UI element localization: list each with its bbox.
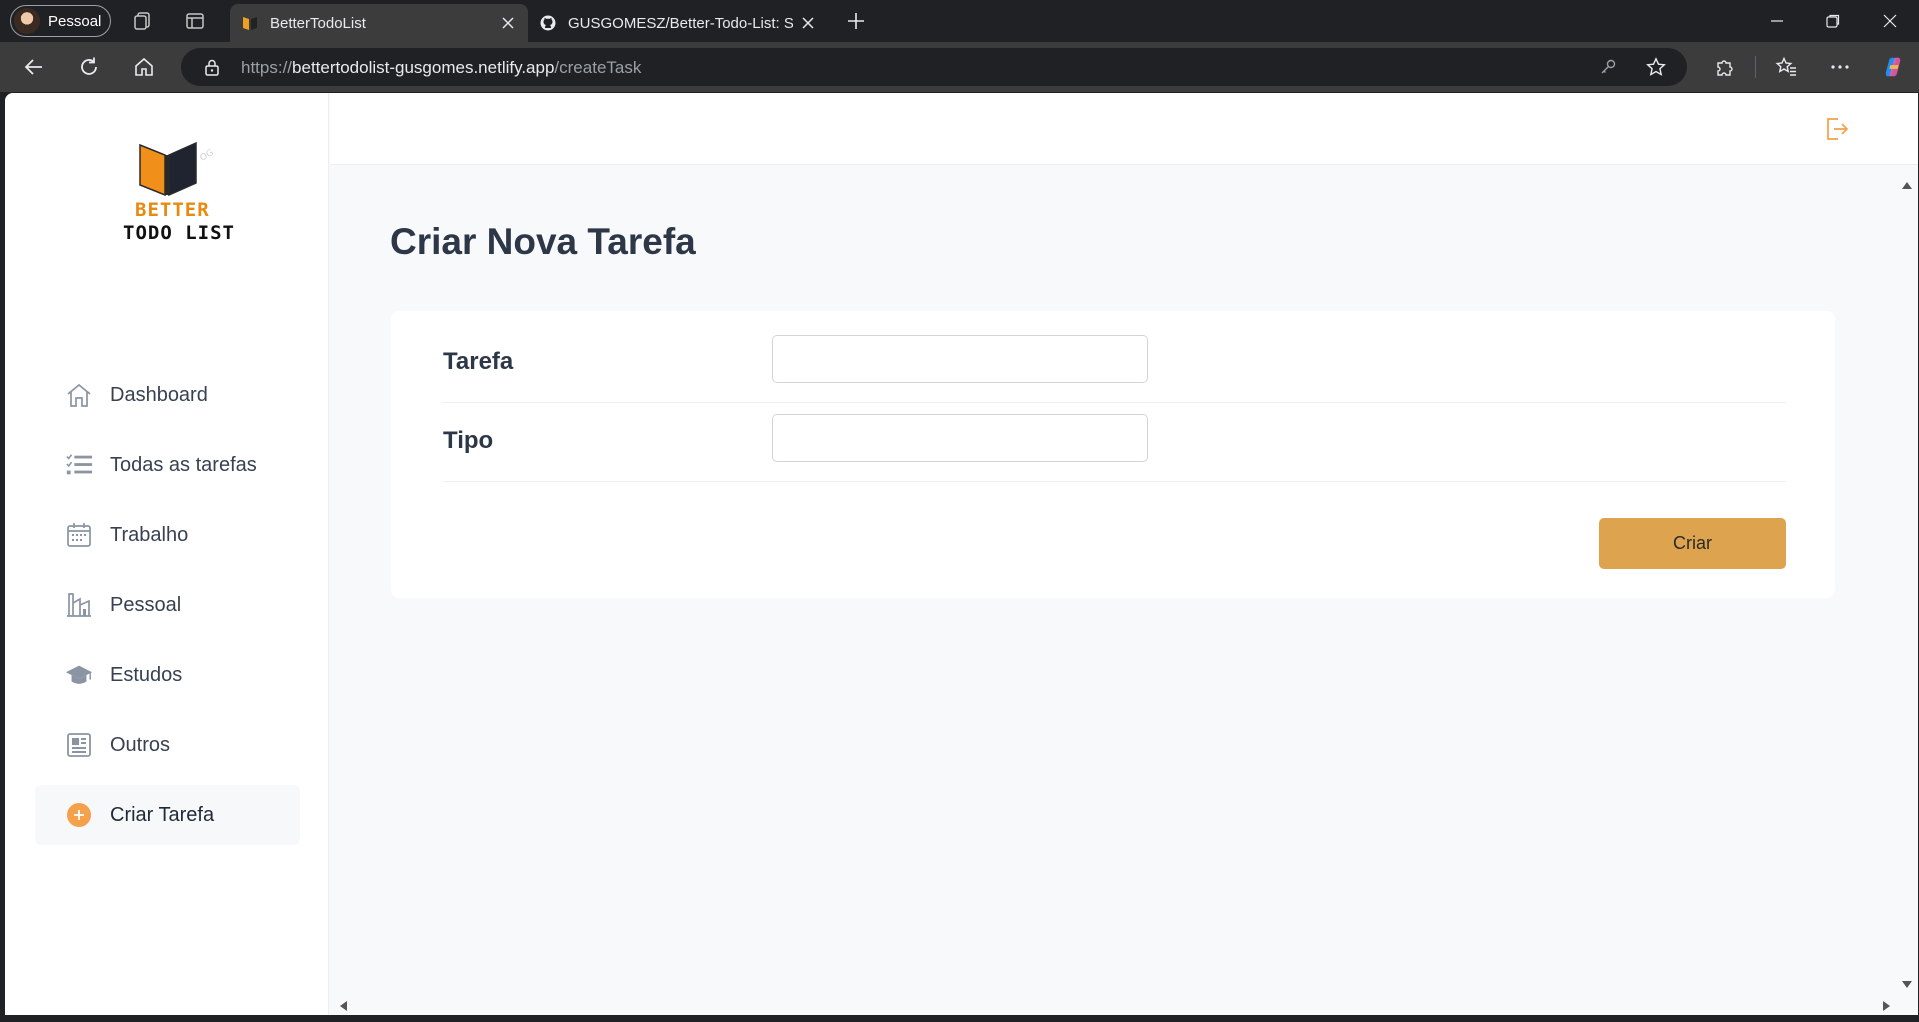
profile-label: Pessoal (48, 12, 102, 30)
sidebar-item-label: Trabalho (110, 523, 189, 546)
scroll-left-arrow[interactable] (338, 999, 348, 1015)
type-input[interactable] (772, 414, 1148, 462)
form-row-tarefa: Tarefa (443, 324, 1787, 403)
task-label: Tarefa (443, 348, 514, 375)
sidebar-item-label: Criar Tarefa (110, 803, 215, 826)
restore-icon[interactable] (1805, 0, 1861, 42)
sidebar-item-pessoal[interactable]: Pessoal (35, 575, 300, 635)
sidebar-item-label: Estudos (110, 663, 183, 686)
form-row-tipo: Tipo (443, 403, 1787, 482)
sidebar-item-label: Todas as tarefas (110, 453, 257, 476)
type-label: Tipo (443, 427, 494, 454)
close-tab-icon[interactable] (798, 13, 818, 33)
workspaces-icon[interactable] (131, 9, 155, 33)
sidebar-nav: Dashboard Todas as tarefas Trabalho Pess… (35, 365, 300, 855)
calendar-icon (65, 521, 93, 549)
url-path: /createTask (554, 58, 642, 77)
task-input[interactable] (772, 335, 1148, 383)
page-title: Criar Nova Tarefa (390, 221, 696, 262)
tab-title: BetterTodoList (270, 14, 366, 32)
gallery-icon (65, 731, 93, 759)
criar-button[interactable]: Criar (1599, 518, 1786, 569)
sidebar-item-trabalho[interactable]: Trabalho (35, 505, 300, 565)
tab-title: GUSGOMESZ/Better-Todo-List: Sc (568, 14, 793, 32)
tab-bettertodolist[interactable]: BetterTodoList (230, 4, 528, 42)
scroll-down-arrow[interactable] (1901, 977, 1913, 995)
url-scheme: https:// (241, 58, 293, 77)
sidebar-item-criar-tarefa[interactable]: Criar Tarefa (35, 785, 300, 845)
scroll-up-arrow[interactable] (1901, 177, 1913, 195)
extensions-icon[interactable] (1713, 55, 1737, 79)
avatar (14, 8, 40, 34)
close-tab-icon[interactable] (498, 13, 518, 33)
close-window-icon[interactable] (1862, 0, 1918, 42)
key-icon[interactable] (1599, 58, 1617, 81)
new-tab-icon[interactable] (844, 9, 868, 33)
lock-icon[interactable] (203, 58, 221, 81)
book-logo-icon: OG (139, 141, 216, 197)
logo-text-better: BETTER (135, 199, 210, 221)
page-viewport: OG BETTER TODO LIST Dashboard Todas as t… (5, 93, 1918, 1015)
tab-github[interactable]: GUSGOMESZ/Better-Todo-List: Sc (528, 4, 828, 42)
book-favicon-icon (243, 17, 257, 30)
building-icon (65, 591, 93, 619)
more-menu-icon[interactable] (1828, 55, 1852, 79)
sidebar: OG BETTER TODO LIST Dashboard Todas as t… (5, 93, 329, 1015)
graduation-cap-icon (65, 661, 93, 689)
sidebar-item-label: Outros (110, 733, 171, 756)
favorites-icon[interactable] (1774, 55, 1798, 79)
sidebar-item-label: Dashboard (110, 383, 208, 406)
copilot-icon[interactable] (1881, 55, 1905, 79)
create-task-form: Tarefa Tipo Criar (391, 311, 1835, 598)
github-icon (540, 15, 556, 31)
logo-text-todolist: TODO LIST (123, 222, 235, 244)
reload-icon[interactable] (77, 55, 101, 79)
address-toolbar: https://bettertodolist-gusgomes.netlify.… (0, 42, 1919, 92)
url-text[interactable]: https://bettertodolist-gusgomes.netlify.… (241, 58, 641, 78)
back-icon[interactable] (22, 55, 46, 79)
home-browser-icon[interactable] (132, 55, 156, 79)
sidebar-item-outros[interactable]: Outros (35, 715, 300, 775)
top-header (330, 93, 1918, 165)
url-host: bettertodolist-gusgomes.netlify.app (292, 58, 555, 77)
browser-tab-bar: Pessoal BetterTodoList GUSGOMESZ/Better-… (0, 0, 1919, 42)
tab-actions-icon[interactable] (183, 9, 207, 33)
sidebar-item-todas-as-tarefas[interactable]: Todas as tarefas (35, 435, 300, 495)
sidebar-item-estudos[interactable]: Estudos (35, 645, 300, 705)
minimize-icon[interactable] (1749, 0, 1805, 42)
scroll-right-arrow[interactable] (1882, 999, 1892, 1015)
toolbar-divider (1755, 56, 1756, 78)
home-icon (65, 381, 93, 409)
svg-text:OG: OG (199, 148, 216, 164)
plus-circle-icon (65, 801, 93, 829)
address-bar[interactable]: https://bettertodolist-gusgomes.netlify.… (181, 48, 1687, 86)
sidebar-item-label: Pessoal (110, 593, 182, 616)
list-icon (65, 451, 93, 479)
logout-icon[interactable] (1824, 116, 1850, 142)
favorite-star-icon[interactable] (1646, 57, 1666, 82)
profile-button[interactable]: Pessoal (10, 5, 111, 37)
sidebar-item-dashboard[interactable]: Dashboard (35, 365, 300, 425)
